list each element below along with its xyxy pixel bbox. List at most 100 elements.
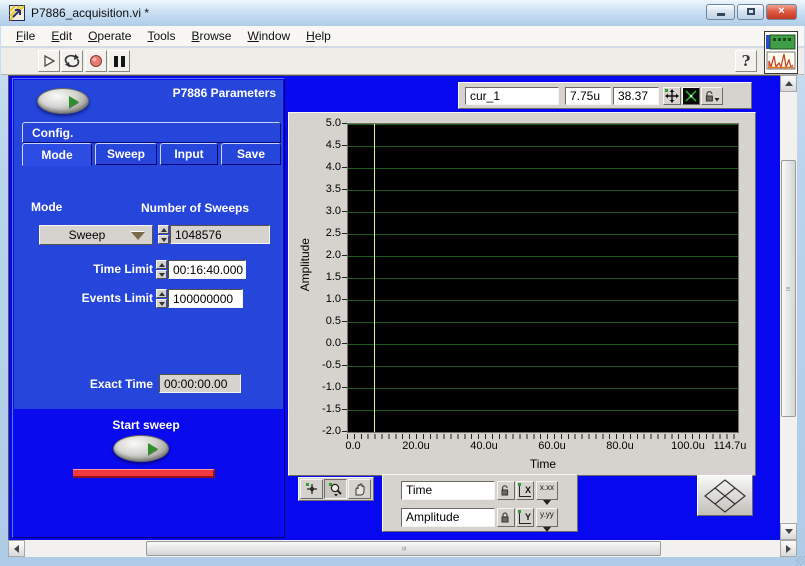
scale-legend: Time X x.xx Amplitude Y y.yy	[382, 474, 578, 532]
magnifier-icon	[328, 482, 343, 497]
y-axis-icon: Y	[519, 512, 531, 524]
arrow-left-icon	[14, 545, 19, 553]
scroll-down-button[interactable]	[780, 523, 797, 540]
zoom-tool-button[interactable]	[324, 479, 347, 499]
plot-area[interactable]	[347, 123, 739, 433]
tab-mode[interactable]: Mode	[22, 143, 92, 166]
x-autoscale-button[interactable]: X	[516, 481, 534, 500]
x-tick: 80.0u	[606, 440, 634, 452]
pause-button[interactable]	[108, 50, 130, 72]
exact-time-field: 00:00:00.00	[159, 374, 241, 393]
horizontal-scrollbar[interactable]: ≡	[8, 540, 797, 557]
menu-help[interactable]: Help	[298, 27, 339, 45]
mode-dropdown[interactable]: Sweep	[39, 225, 153, 245]
horizontal-scroll-thumb[interactable]: ≡	[146, 541, 661, 556]
power-led-button[interactable]	[37, 88, 89, 114]
scroll-left-button[interactable]	[8, 540, 25, 557]
hand-icon	[353, 482, 367, 496]
green-arrow-icon	[69, 96, 79, 108]
scroll-right-button[interactable]	[780, 540, 797, 557]
chevron-down-icon	[543, 500, 551, 505]
menu-browse[interactable]: Browse	[183, 27, 239, 45]
arrow-down-icon	[785, 529, 793, 534]
x-scale-name-field[interactable]: Time	[401, 481, 495, 500]
run-continuously-icon	[64, 54, 80, 68]
run-button[interactable]	[38, 50, 60, 72]
pause-icon	[114, 56, 125, 67]
run-continuously-button[interactable]	[61, 50, 83, 72]
y-axis-ticks: 5.04.5 4.03.5 3.02.5 2.01.5 1.00.5 0.0-0…	[301, 116, 341, 438]
menu-bar: File Edit Operate Tools Browse Window He…	[1, 26, 804, 47]
menu-operate[interactable]: Operate	[80, 27, 139, 45]
cursor-tool-button[interactable]	[300, 479, 323, 499]
parameters-panel: P7886 Parameters Config. Mode Sweep Inpu…	[12, 78, 285, 538]
panel-title: P7886 Parameters	[173, 86, 276, 100]
tab-sweep[interactable]: Sweep	[95, 143, 157, 165]
y-format-button[interactable]: y.yy	[536, 508, 558, 527]
question-mark-icon: ?	[742, 52, 751, 70]
vi-icon	[765, 32, 797, 73]
resize-grip[interactable]	[796, 556, 805, 565]
vertical-scrollbar[interactable]: ≡	[780, 75, 797, 540]
x-tick: 60.0u	[538, 440, 566, 452]
cursor-style-button[interactable]	[682, 87, 700, 105]
menu-tools[interactable]: Tools	[139, 27, 183, 45]
x-tick: 114.7u	[714, 440, 747, 452]
close-button[interactable]: ×	[766, 4, 797, 20]
sweeps-stepper[interactable]	[158, 225, 169, 244]
tab-config-group[interactable]: Config.	[22, 122, 281, 143]
y-autoscale-button[interactable]: Y	[516, 508, 534, 527]
cursor-name-field[interactable]: cur_1	[465, 87, 559, 105]
time-limit-stepper[interactable]	[156, 260, 167, 279]
toolbar: ?	[1, 48, 804, 75]
crosshair-icon	[305, 482, 319, 496]
sweeps-field[interactable]: 1048576	[170, 225, 270, 244]
abort-button[interactable]	[85, 50, 107, 72]
application-window: P7886_acquisition.vi * × File Edit Opera…	[0, 0, 805, 566]
lock-open-icon	[500, 484, 512, 497]
start-sweep-label: Start sweep	[96, 418, 196, 432]
context-help-button[interactable]: ?	[735, 50, 757, 72]
chevron-down-icon	[543, 527, 551, 532]
cursor-line[interactable]	[374, 124, 375, 432]
minimize-button[interactable]	[706, 4, 735, 20]
cursor-move-button[interactable]	[663, 87, 681, 105]
y-autoscale-lock-button[interactable]	[497, 508, 515, 527]
start-sweep-button[interactable]	[113, 435, 169, 462]
time-limit-field[interactable]: 00:16:40.000	[168, 260, 246, 279]
cursor-style-icon	[684, 89, 698, 103]
events-limit-stepper[interactable]	[156, 289, 167, 308]
menu-window[interactable]: Window	[239, 27, 298, 45]
x-tick: 0.0	[345, 440, 360, 452]
events-limit-field[interactable]: 100000000	[168, 289, 243, 308]
x-axis-label: Time	[530, 457, 556, 471]
dropdown-triangle-icon	[131, 232, 145, 240]
cursor-lock-button[interactable]	[701, 87, 723, 105]
menu-file[interactable]: File	[8, 27, 43, 45]
maximize-button[interactable]	[737, 4, 764, 20]
events-limit-label: Events Limit	[81, 291, 153, 305]
cursor-y-field[interactable]: 38.37	[613, 87, 659, 105]
number-of-sweeps-label: Number of Sweeps	[141, 201, 249, 215]
time-limit-label: Time Limit	[91, 262, 153, 276]
vi-icon-button[interactable]	[764, 31, 798, 74]
minimize-icon	[717, 13, 725, 16]
menu-edit[interactable]: Edit	[43, 27, 80, 45]
scroll-up-button[interactable]	[780, 75, 797, 92]
close-icon: ×	[778, 5, 784, 17]
tab-input[interactable]: Input	[160, 143, 218, 165]
x-format-button[interactable]: x.xx	[536, 481, 558, 500]
maximize-icon	[747, 8, 755, 15]
pan-tool-button[interactable]	[348, 479, 371, 499]
y-scale-name-field[interactable]: Amplitude	[401, 508, 495, 527]
arrow-right-icon	[786, 545, 791, 553]
diamond-decoration-button[interactable]	[697, 475, 753, 516]
abort-icon	[89, 54, 103, 68]
cursor-x-field[interactable]: 7.75u	[565, 87, 611, 105]
vertical-scroll-thumb[interactable]: ≡	[781, 160, 796, 417]
tab-save[interactable]: Save	[221, 143, 281, 165]
x-autoscale-lock-button[interactable]	[497, 481, 515, 500]
run-icon	[42, 54, 56, 68]
labview-vi-title-icon	[9, 5, 25, 21]
diamond-pattern-icon	[701, 478, 749, 514]
